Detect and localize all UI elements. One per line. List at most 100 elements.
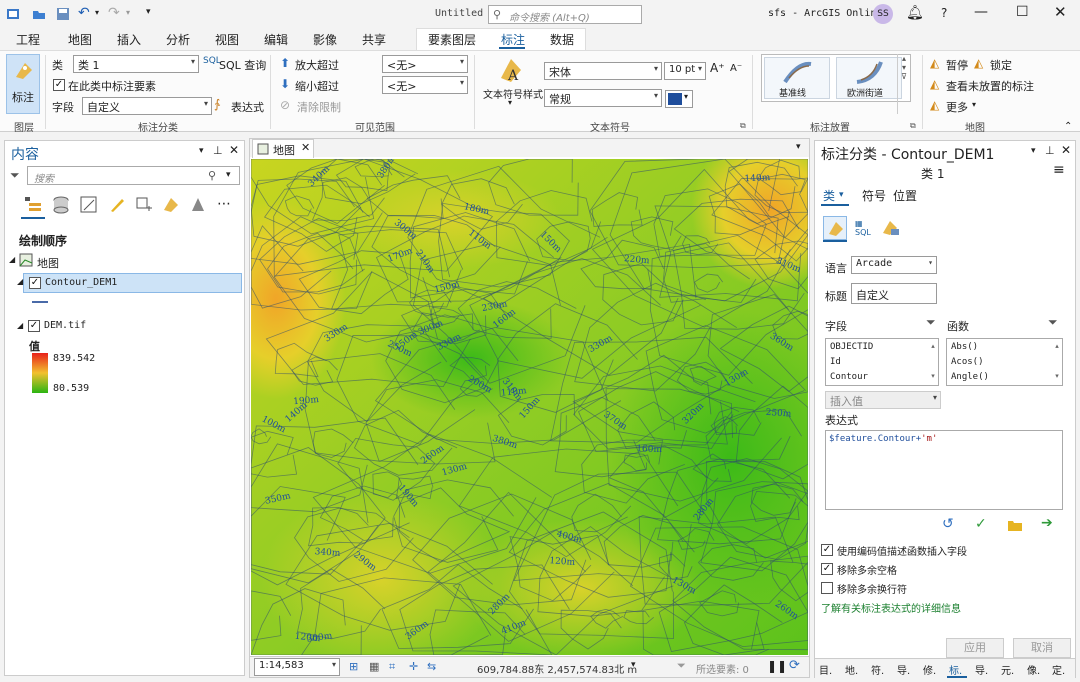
class-select[interactable]: 类 1 ▾ bbox=[73, 55, 199, 73]
map-item-label[interactable]: 地图 bbox=[37, 255, 59, 271]
zoom-in-select[interactable]: <无> ▾ bbox=[382, 55, 468, 73]
tab-imagery[interactable]: 影像 bbox=[313, 31, 337, 48]
apply-button[interactable]: 应用 bbox=[946, 638, 1004, 658]
field-item[interactable]: Contour bbox=[830, 372, 868, 382]
perspective-icon[interactable] bbox=[189, 196, 207, 214]
pane-tab-active[interactable]: 标. bbox=[949, 662, 962, 677]
label-features-checkbox[interactable]: ✓ bbox=[53, 79, 65, 91]
expression-button[interactable]: 表达式 bbox=[231, 99, 264, 115]
snapping-icon[interactable] bbox=[135, 196, 153, 214]
command-search-input[interactable]: ⚲ 命令搜索 (Alt+Q) bbox=[488, 5, 642, 24]
notification-bell-icon[interactable]: 🔔︎ bbox=[906, 5, 924, 21]
coordinate-units-dropdown-icon[interactable]: ▾ bbox=[631, 660, 636, 670]
selection-icon[interactable] bbox=[80, 196, 98, 214]
pane-tab[interactable]: 元. bbox=[1001, 662, 1014, 677]
pane-tab[interactable]: 地. bbox=[845, 662, 858, 677]
placement-baseline[interactable]: 基准线 bbox=[764, 57, 830, 99]
more-options-icon[interactable]: ⋯ bbox=[217, 196, 231, 212]
tab-position[interactable]: 位置 bbox=[893, 187, 917, 204]
tab-data[interactable]: 数据 bbox=[550, 31, 574, 48]
customize-qat-icon[interactable]: ▾ bbox=[146, 7, 151, 17]
undo-dropdown-icon[interactable]: ▾ bbox=[95, 8, 99, 17]
close-pane-icon[interactable]: ✕ bbox=[229, 143, 239, 157]
crosshair-icon[interactable]: ✛ bbox=[409, 660, 418, 673]
tab-insert[interactable]: 插入 bbox=[117, 31, 141, 48]
pause-button[interactable]: 暂停 bbox=[946, 57, 968, 73]
help-icon[interactable]: ? bbox=[941, 6, 947, 20]
gallery-scroll[interactable]: ▴ ▾ ⊽ bbox=[897, 54, 910, 114]
dialog-launcher-icon[interactable]: ⧉ bbox=[910, 121, 916, 131]
font-select[interactable]: 宋体 ▾ bbox=[544, 62, 662, 80]
learn-more-link[interactable]: 了解有关标注表达式的详细信息 bbox=[821, 600, 961, 615]
user-avatar[interactable]: SS bbox=[873, 4, 893, 24]
map-canvas[interactable]: 100m150m250m300m130m170m340m280m150m110m… bbox=[251, 159, 808, 655]
pin-icon[interactable]: ⊥ bbox=[1045, 144, 1055, 157]
pane-tab[interactable]: 导. bbox=[897, 662, 910, 677]
layer-dem-label[interactable]: DEM.tif bbox=[44, 320, 86, 331]
cancel-button[interactable]: 取消 bbox=[1013, 638, 1071, 658]
layer-contour-row[interactable]: ✓ Contour_DEM1 bbox=[23, 273, 242, 293]
maximize-icon[interactable]: ☐ bbox=[1016, 4, 1029, 20]
placement-european-street[interactable]: 欧洲街道 bbox=[836, 57, 902, 99]
expression-editor[interactable]: $feature.Contour+'m' bbox=[825, 430, 1063, 510]
app-logo-icon[interactable] bbox=[6, 7, 20, 21]
tab-project[interactable]: 工程 bbox=[16, 31, 40, 48]
snap-icon[interactable]: ⌗ bbox=[389, 660, 395, 674]
pane-menu-icon[interactable]: ▾ bbox=[1031, 146, 1036, 156]
expression-mode-button[interactable] bbox=[823, 216, 847, 240]
pane-tab[interactable]: 目. bbox=[819, 662, 832, 677]
label-options-icon[interactable] bbox=[881, 219, 901, 237]
minimize-icon[interactable]: — bbox=[974, 4, 988, 20]
hamburger-menu-icon[interactable]: ≡ bbox=[1053, 162, 1065, 178]
filter-icon[interactable]: ⏷ bbox=[10, 168, 20, 183]
coded-values-checkbox[interactable]: ✓ bbox=[821, 544, 833, 556]
tab-share[interactable]: 共享 bbox=[362, 31, 386, 48]
lock-button[interactable]: 锁定 bbox=[990, 57, 1012, 73]
insert-values-select[interactable]: 插入值 ▾ bbox=[825, 391, 941, 409]
tab-class[interactable]: 类 bbox=[823, 187, 835, 204]
font-color-picker[interactable]: ▾ bbox=[665, 90, 693, 108]
tab-feature-layer[interactable]: 要素图层 bbox=[428, 31, 476, 48]
clear-limits-button[interactable]: 清除限制 bbox=[297, 99, 341, 115]
redo-dropdown-icon[interactable]: ▾ bbox=[126, 8, 130, 17]
arrow-right-icon[interactable]: ➔ bbox=[1041, 515, 1053, 531]
close-icon[interactable]: ✕ bbox=[1054, 3, 1067, 21]
layer-contour-checkbox[interactable]: ✓ bbox=[29, 277, 41, 289]
drawing-order-icon[interactable] bbox=[23, 195, 43, 215]
table-icon[interactable]: ▦ bbox=[369, 660, 379, 673]
pane-tab[interactable]: 修. bbox=[923, 662, 936, 677]
zoom-out-beyond-button[interactable]: 缩小超过 bbox=[295, 78, 339, 94]
remove-spaces-checkbox[interactable]: ✓ bbox=[821, 563, 833, 575]
redo-icon[interactable]: ↷ bbox=[108, 5, 120, 21]
undo-icon[interactable]: ↶ bbox=[78, 5, 90, 21]
editing-icon[interactable] bbox=[108, 196, 126, 214]
sql-mode-icon[interactable]: ▦ SQL bbox=[855, 219, 871, 237]
flip-icon[interactable]: ⇆ bbox=[427, 660, 436, 673]
tab-list-icon[interactable]: ▾ bbox=[796, 142, 801, 152]
pane-tab[interactable]: 定. bbox=[1052, 662, 1065, 677]
pane-tab[interactable]: 导. bbox=[975, 662, 988, 677]
open-folder-icon[interactable] bbox=[1007, 518, 1023, 532]
text-symbol-style-button[interactable]: A 文本符号样式 ▾ bbox=[482, 54, 543, 114]
font-style-select[interactable]: 常规 ▾ bbox=[544, 89, 662, 107]
label-toggle-button[interactable]: 标注 bbox=[6, 54, 40, 114]
function-item[interactable]: Abs() bbox=[951, 342, 978, 352]
tab-edit[interactable]: 编辑 bbox=[264, 31, 288, 48]
pin-icon[interactable]: ⊥ bbox=[213, 144, 223, 157]
selection-filter-icon[interactable]: ⏷ bbox=[677, 659, 686, 673]
pane-menu-icon[interactable]: ▾ bbox=[199, 146, 204, 156]
field-item[interactable]: OBJECTID bbox=[830, 342, 873, 352]
tab-symbol[interactable]: 符号 bbox=[862, 187, 886, 204]
save-icon[interactable] bbox=[56, 7, 70, 21]
tab-map[interactable]: 地图 bbox=[68, 31, 92, 48]
filter-functions-icon[interactable]: ⏷ bbox=[1048, 315, 1058, 330]
view-unplaced-button[interactable]: 查看未放置的标注 bbox=[946, 78, 1034, 94]
decrease-font-size-icon[interactable]: A⁻ bbox=[730, 63, 742, 74]
pane-tab[interactable]: 符. bbox=[871, 662, 884, 677]
more-button[interactable]: 更多 bbox=[946, 99, 968, 115]
filter-fields-icon[interactable]: ⏷ bbox=[926, 315, 936, 330]
collapse-arrow-icon[interactable]: ◢ bbox=[17, 321, 23, 330]
data-source-icon[interactable] bbox=[52, 195, 70, 215]
tab-view[interactable]: 视图 bbox=[215, 31, 239, 48]
reset-icon[interactable]: ↺ bbox=[942, 516, 954, 532]
